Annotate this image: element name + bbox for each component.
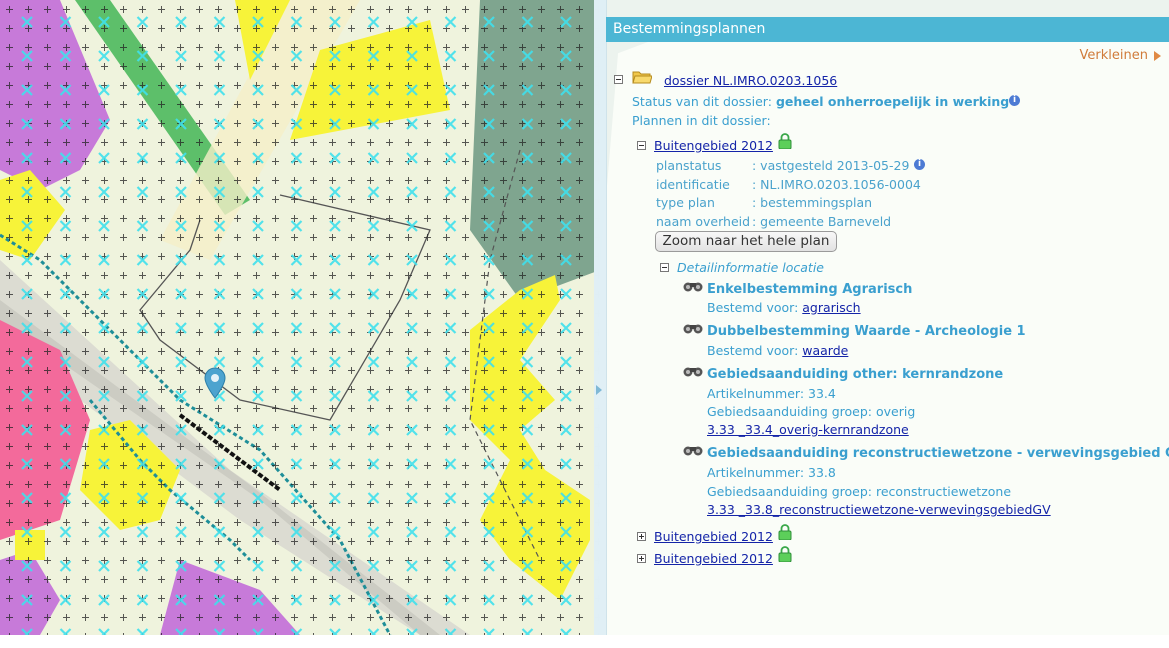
info-icon[interactable]: i	[1009, 95, 1020, 106]
field-value: : bestemmingsplan	[752, 195, 873, 210]
lock-icon	[778, 546, 792, 562]
detail-link[interactable]: 3.33 _33.8_reconstructiewetzone-verwevin…	[707, 502, 1051, 517]
collapse-button[interactable]: Verkleinen	[1080, 48, 1161, 63]
triangle-right-icon	[1154, 50, 1161, 61]
field-label: identificatie	[656, 177, 730, 192]
detail-link[interactable]: agrarisch	[802, 300, 860, 315]
detail-line: Artikelnummer: 33.4	[707, 386, 836, 401]
detail-line: Artikelnummer: 33.8	[707, 465, 836, 480]
binoculars-icon	[683, 367, 703, 377]
binoculars-icon	[683, 446, 703, 456]
detail-title: Gebiedsaanduiding other: kernrandzone	[707, 367, 1004, 382]
detail-header: Detailinformatie locatie	[677, 260, 824, 275]
expand-plan-toggle[interactable]	[637, 532, 646, 541]
plan-link[interactable]: Buitengebied 2012	[654, 529, 773, 544]
field-label: planstatus	[656, 158, 722, 173]
detail-label: Bestemd voor:	[707, 300, 799, 315]
expand-arrow-icon[interactable]	[596, 385, 602, 395]
detail-label: Bestemd voor:	[707, 343, 799, 358]
lock-icon	[778, 133, 792, 149]
detail-title: Enkelbestemming Agrarisch	[707, 282, 913, 297]
collapse-detail-toggle[interactable]	[660, 263, 669, 272]
field-value: : gemeente Barneveld	[752, 214, 892, 229]
detail-link[interactable]: waarde	[802, 343, 848, 358]
status-value: geheel onherroepelijk in werking	[775, 94, 1010, 109]
field-label: naam overheid	[656, 214, 751, 229]
folder-open-icon	[632, 71, 652, 84]
binoculars-icon	[683, 282, 703, 292]
zoom-to-plan-button[interactable]: Zoom naar het hele plan	[655, 231, 837, 252]
plan-link[interactable]: Buitengebied 2012	[654, 551, 773, 566]
binoculars-icon	[683, 324, 703, 334]
detail-title: Gebiedsaanduiding reconstructiewetzone -…	[707, 446, 1169, 461]
detail-title: Dubbelbestemming Waarde - Archeologie 1	[707, 324, 1026, 339]
dossier-link[interactable]: dossier NL.IMRO.0203.1056	[664, 73, 837, 88]
field-label: type plan	[656, 195, 715, 210]
panel-title: Bestemmingsplannen	[606, 17, 1169, 42]
detail-link[interactable]: 3.33 _33.4_overig-kernrandzone	[707, 422, 909, 437]
plans-label: Plannen in dit dossier:	[632, 113, 771, 128]
lock-icon	[778, 524, 792, 540]
field-value: : vastgesteld 2013-05-29	[752, 158, 910, 173]
status-label: Status van dit dossier:	[632, 94, 772, 109]
expand-plan-toggle[interactable]	[637, 554, 646, 563]
detail-line: Gebiedsaanduiding groep: reconstructiewe…	[707, 484, 1012, 499]
field-value: : NL.IMRO.0203.1056-0004	[752, 177, 921, 192]
collapse-dossier-toggle[interactable]	[614, 75, 623, 84]
panel-toggle-handle[interactable]	[594, 0, 607, 635]
collapse-plan-toggle[interactable]	[637, 141, 646, 150]
plan-link[interactable]: Buitengebied 2012	[654, 138, 773, 153]
detail-line: Gebiedsaanduiding groep: overig	[707, 404, 916, 419]
info-icon[interactable]: i	[914, 159, 925, 170]
collapse-label: Verkleinen	[1079, 48, 1148, 63]
status-strip	[0, 635, 1169, 648]
